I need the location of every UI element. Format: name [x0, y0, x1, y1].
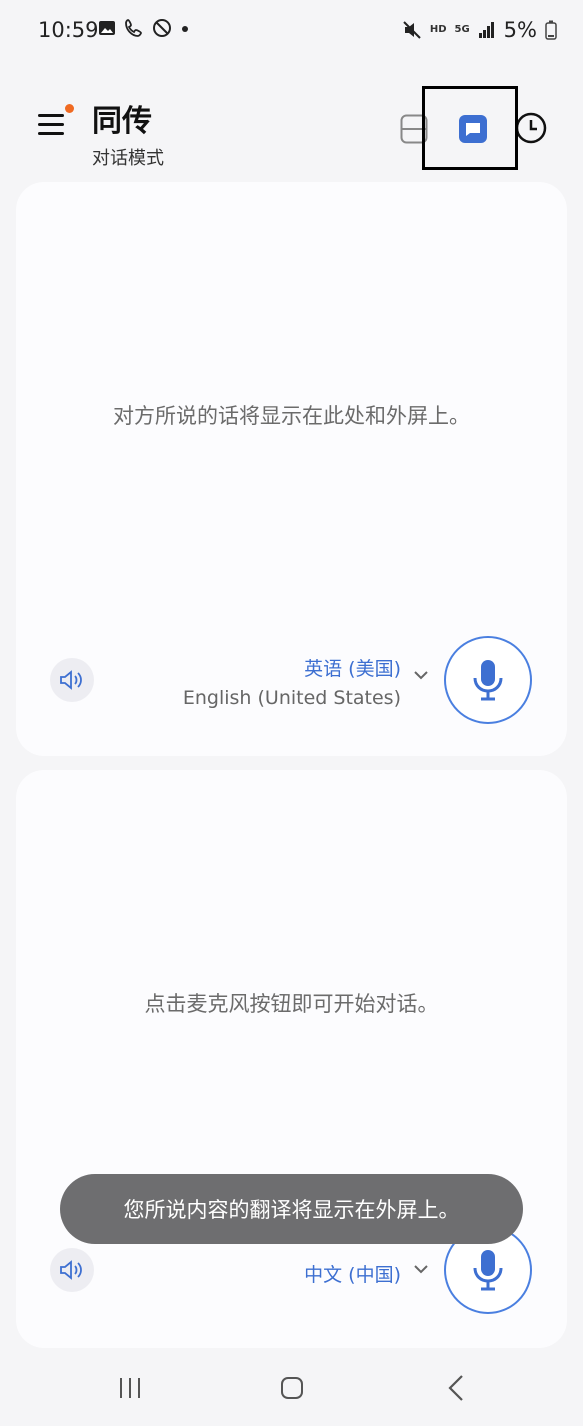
status-bar: 10:59 HD 5G 5%	[0, 0, 583, 62]
user-speaker-hint: 点击麦克风按钮即可开始对话。	[144, 992, 439, 1016]
recent-apps-button[interactable]	[118, 1376, 142, 1400]
history-icon	[515, 112, 547, 144]
signal-icon	[478, 22, 494, 38]
battery-icon	[545, 20, 557, 40]
page-title: 同传	[92, 104, 152, 139]
network-label: 5G	[454, 24, 470, 35]
highlight-box	[422, 86, 518, 170]
other-speaker-hint: 对方所说的话将显示在此处和外屏上。	[113, 404, 470, 428]
status-left-icons	[98, 18, 190, 38]
mute-icon	[403, 21, 421, 39]
top-microphone-button[interactable]	[444, 636, 532, 724]
bottom-speaker-button[interactable]	[50, 1248, 94, 1292]
other-speaker-panel: 对方所说的话将显示在此处和外屏上。 英语 (美国) English (Unite…	[16, 182, 567, 756]
top-language-name: 英语 (美国)	[304, 658, 401, 680]
microphone-icon	[473, 1250, 503, 1291]
home-icon	[281, 1377, 303, 1399]
chevron-down-icon	[414, 1265, 428, 1274]
history-button[interactable]	[515, 112, 547, 144]
status-right-icons: HD 5G 5%	[402, 18, 557, 42]
bottom-language-name: 中文 (中国)	[304, 1264, 401, 1286]
microphone-icon	[473, 660, 503, 701]
home-button[interactable]	[280, 1376, 304, 1400]
dot-icon	[182, 26, 188, 32]
speaker-icon	[60, 670, 82, 690]
chevron-down-icon	[414, 671, 428, 680]
top-language-selector[interactable]: 英语 (美国) English (United States)	[182, 654, 428, 709]
top-speaker-button[interactable]	[50, 658, 94, 702]
top-language-subtitle: English (United States)	[182, 687, 401, 709]
bottom-language-selector[interactable]: 中文 (中国)	[304, 1260, 428, 1287]
call-icon	[125, 19, 142, 37]
recent-apps-icon	[120, 1378, 140, 1398]
menu-button[interactable]	[38, 104, 74, 140]
gallery-icon	[99, 21, 115, 35]
toast-message: 您所说内容的翻译将显示在外屏上。	[60, 1174, 523, 1244]
page-subtitle: 对话模式	[92, 148, 164, 169]
speaker-icon	[60, 1260, 82, 1280]
blocked-icon	[153, 19, 171, 37]
hd-label: HD	[429, 24, 447, 35]
status-time: 10:59	[38, 18, 99, 42]
system-nav-bar	[0, 1350, 583, 1426]
notification-dot	[65, 104, 74, 113]
battery-percent: 5%	[503, 18, 537, 42]
back-button[interactable]	[446, 1374, 466, 1402]
user-speaker-panel: 点击麦克风按钮即可开始对话。 中文 (中国)	[16, 770, 567, 1348]
back-icon	[448, 1375, 463, 1401]
